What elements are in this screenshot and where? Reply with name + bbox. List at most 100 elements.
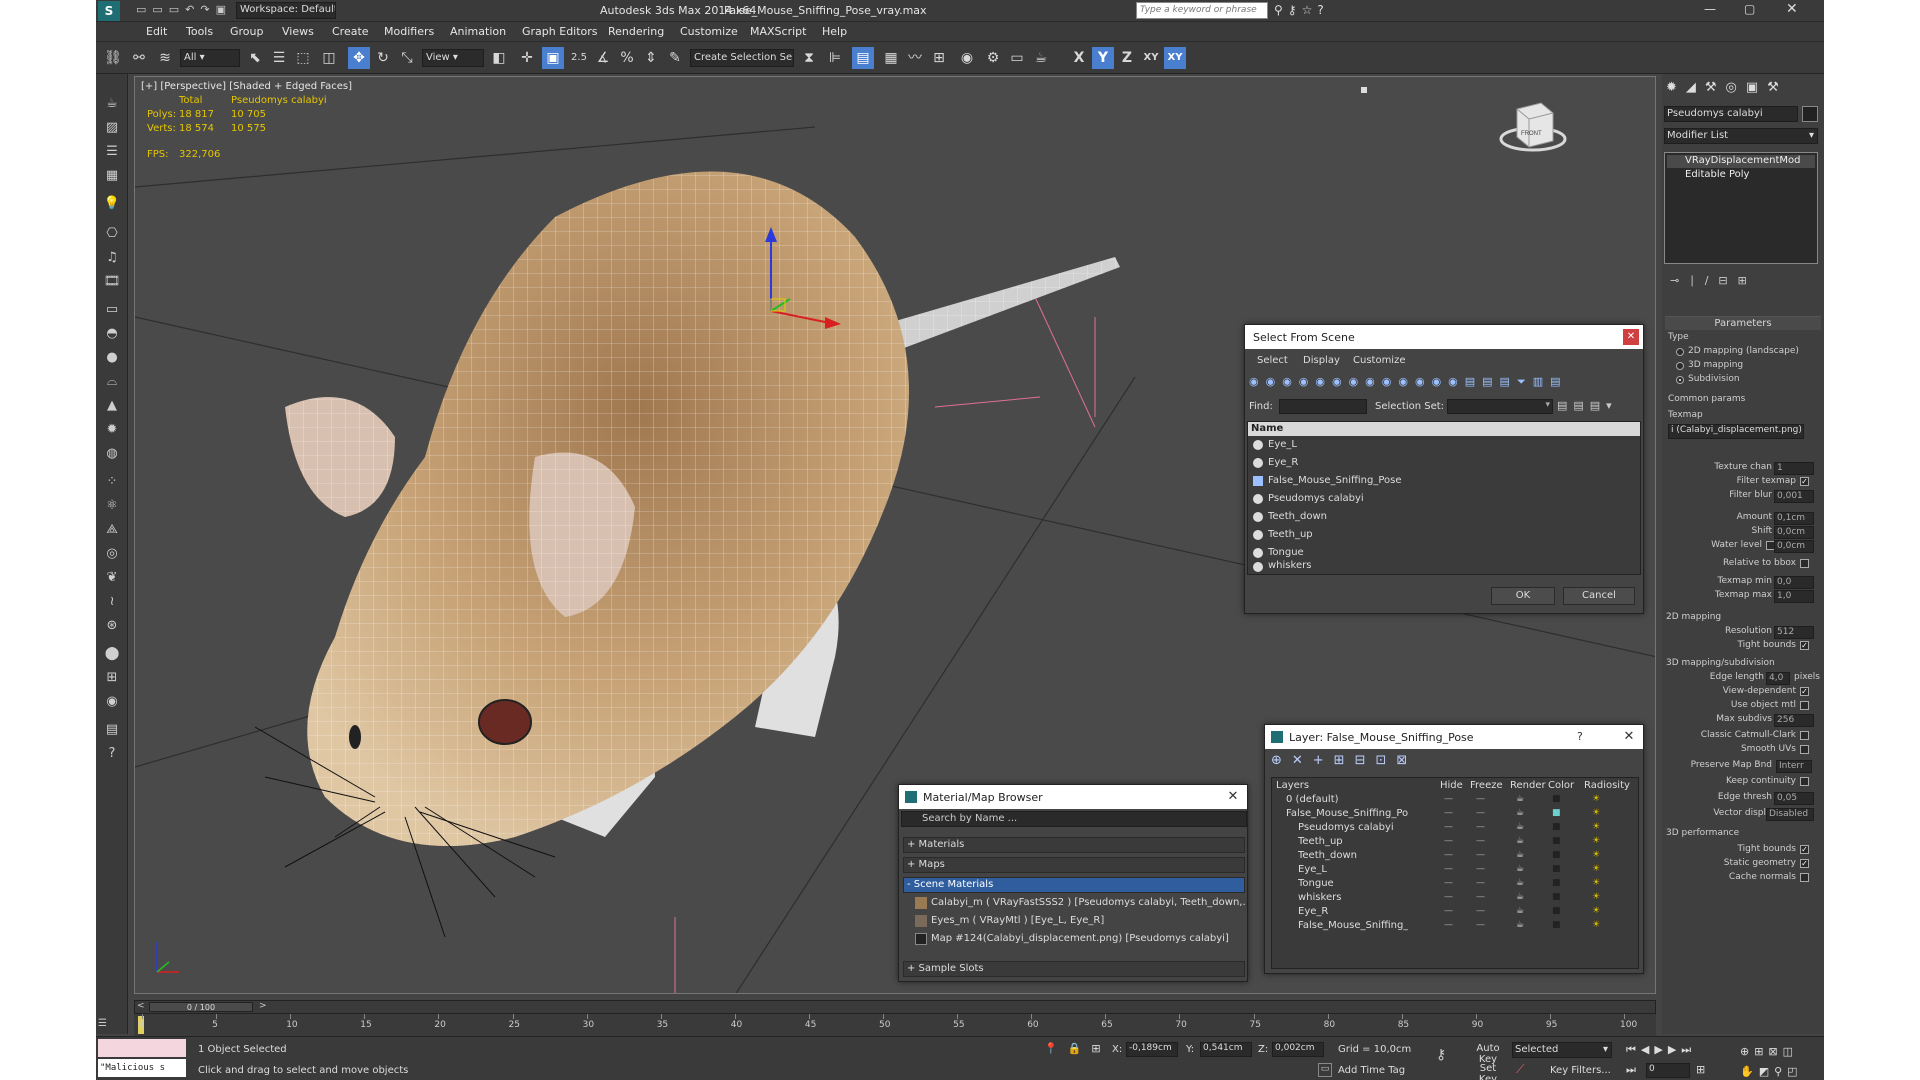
freeze-toggle[interactable]: — <box>1476 850 1485 860</box>
cancel-button[interactable]: Cancel <box>1563 587 1635 605</box>
select-dialog-filter-icons[interactable]: ◉◉◉◉◉◉◉◉◉◉◉◉◉▤▤▤⏷▥▤ <box>1249 375 1639 393</box>
render-toggle[interactable]: ☕ <box>1516 850 1524 860</box>
render-col-header[interactable]: Render <box>1510 780 1546 791</box>
globe-icon[interactable]: ◎ <box>101 544 123 564</box>
key-tangent-icon[interactable]: ⟋ <box>1516 1062 1524 1077</box>
menu-create[interactable]: Create <box>332 25 369 38</box>
graphite-ribbon-icon[interactable]: ▦ <box>880 47 902 69</box>
modifier-stack-item[interactable]: VRayDisplacementMod <box>1667 155 1815 168</box>
app-logo-icon[interactable]: S <box>98 1 120 21</box>
mat-group-materials[interactable]: + Materials <box>903 837 1245 853</box>
layer-row[interactable]: False_Mouse_Sniffing_ — — ☕ ■ ☀ <box>1272 920 1638 934</box>
freeze-col-header[interactable]: Freeze <box>1470 780 1503 791</box>
hide-toggle[interactable]: — <box>1444 892 1453 902</box>
checkbox-catmull[interactable] <box>1800 731 1809 740</box>
field-edgethr[interactable]: 0,05 <box>1774 792 1814 805</box>
layer-row[interactable]: Pseudomys calabyi — — ☕ ■ ☀ <box>1272 822 1638 836</box>
freeze-toggle[interactable]: — <box>1476 864 1485 874</box>
hide-col-header[interactable]: Hide <box>1440 780 1463 791</box>
ref-coord-dropdown[interactable]: View ▾ <box>422 49 484 67</box>
minimize-icon[interactable]: — <box>1704 2 1716 16</box>
layers-col-header[interactable]: Layers <box>1276 780 1309 791</box>
edit-named-sel-icon[interactable]: ✎ <box>664 47 686 69</box>
list-item[interactable]: Teeth_down <box>1250 508 1638 526</box>
bulb-icon[interactable]: 💡 <box>101 194 123 214</box>
checkbox-viewdep[interactable]: ✓ <box>1800 687 1809 696</box>
mat-search-input[interactable]: Search by Name ... <box>901 811 1247 827</box>
workspace-dropdown[interactable]: Workspace: Default ▾ <box>236 2 336 19</box>
render-toggle[interactable]: ☕ <box>1516 822 1524 832</box>
field-water[interactable]: 0,0cm <box>1774 540 1814 553</box>
selection-set-tools-icons[interactable]: ▤▤▤▾ <box>1557 399 1618 412</box>
unlink-icon[interactable]: ⚯ <box>128 47 150 69</box>
render-toggle[interactable]: ☕ <box>1516 878 1524 888</box>
checkbox-keepcont[interactable] <box>1800 777 1809 786</box>
yellow-sphere-icon[interactable]: ◍ <box>101 444 123 464</box>
percent-snap-icon[interactable]: % <box>616 47 638 69</box>
mat-item[interactable]: Calabyi_m ( VRayFastSSS2 ) [Pseudomys ca… <box>913 895 1245 911</box>
color-swatch[interactable]: ■ <box>1552 864 1561 874</box>
menu-customize[interactable]: Customize <box>680 25 738 38</box>
freeze-toggle[interactable]: — <box>1476 808 1485 818</box>
select-move-icon[interactable]: ✥ <box>348 47 370 69</box>
infocenter-icons[interactable]: ⚲⚷☆? <box>1274 3 1329 17</box>
lamp-icon[interactable]: ⌓ <box>101 372 123 392</box>
current-frame-field[interactable]: 0 <box>1646 1063 1690 1078</box>
box-icon[interactable]: ▭ <box>101 300 123 320</box>
hide-toggle[interactable]: — <box>1444 920 1453 930</box>
layer-manager-icon[interactable]: ▤ <box>852 47 874 69</box>
menu-graph-editors[interactable]: Graph Editors <box>522 25 598 38</box>
pivot-center-icon[interactable]: ◧ <box>488 47 510 69</box>
image-icon[interactable]: ▨ <box>101 118 123 138</box>
field-shift[interactable]: 0,0cm <box>1774 526 1814 539</box>
named-selection-dropdown[interactable]: Create Selection Se ▾ <box>690 49 794 67</box>
render-toggle[interactable]: ☕ <box>1516 836 1524 846</box>
film-icon[interactable]: 🎞 <box>101 272 123 292</box>
viewport-home-icon[interactable] <box>1361 87 1367 93</box>
time-slider-thumb[interactable]: 0 / 100 <box>149 1002 253 1012</box>
freeze-toggle[interactable]: — <box>1476 822 1485 832</box>
menu-edit[interactable]: Edit <box>146 25 167 38</box>
sphere-icon[interactable]: ● <box>101 348 123 368</box>
layer-dialog-help-button[interactable]: ? <box>1577 730 1583 743</box>
checkbox-relbbox[interactable] <box>1800 559 1809 568</box>
checkbox-tight2[interactable]: ✓ <box>1800 845 1809 854</box>
rect-selection-icon[interactable]: ⬚ <box>292 47 314 69</box>
window-crossing-icon[interactable]: ◫ <box>318 47 340 69</box>
mat-browser-close-button[interactable]: ✕ <box>1225 789 1241 805</box>
list-item[interactable]: whiskers <box>1250 558 1638 574</box>
field-edge[interactable]: 4,0 <box>1766 672 1790 685</box>
render-toggle[interactable]: ☕ <box>1516 794 1524 804</box>
page-icon[interactable]: ▤ <box>101 720 123 740</box>
menu-rendering[interactable]: Rendering <box>608 25 664 38</box>
color-col-header[interactable]: Color <box>1548 780 1574 791</box>
color-swatch[interactable]: ■ <box>1552 878 1561 888</box>
layer-dialog-close-button[interactable]: ✕ <box>1621 729 1637 745</box>
command-panel-tabs[interactable]: ✹◢⚒◎▣⚒ <box>1666 80 1788 95</box>
layer-row[interactable]: False_Mouse_Sniffing_Po — — ☕ ■ ☀ <box>1272 808 1638 822</box>
layer-row[interactable]: Teeth_down — — ☕ ■ ☀ <box>1272 850 1638 864</box>
quick-access-icons[interactable]: ▭▭▭↶↷▣ <box>136 3 232 16</box>
time-slider-next[interactable]: > <box>259 1001 267 1011</box>
schematic-view-icon[interactable]: ⊞ <box>928 47 950 69</box>
modifier-stack-item[interactable]: Editable Poly <box>1667 169 1815 182</box>
time-tag-icon[interactable]: ▭ <box>1318 1063 1332 1077</box>
hide-toggle[interactable]: — <box>1444 850 1453 860</box>
hide-toggle[interactable]: — <box>1444 836 1453 846</box>
playback-controls[interactable]: ⏮◀▶▶⏭ <box>1626 1043 1696 1057</box>
color-swatch[interactable]: ■ <box>1552 892 1561 902</box>
radiosity-icon[interactable]: ☀ <box>1592 892 1600 902</box>
radiosity-icon[interactable]: ☀ <box>1592 850 1600 860</box>
select-by-name-icon[interactable]: ☰ <box>268 47 290 69</box>
field-filter_blur[interactable]: 0,001 <box>1774 490 1814 503</box>
checkbox-cache[interactable] <box>1800 873 1809 882</box>
field-vecdisp[interactable]: Disabled <box>1766 808 1814 821</box>
render-toggle[interactable]: ☕ <box>1516 906 1524 916</box>
viewport-label[interactable]: [+] [Perspective] [Shaded + Edged Faces] <box>141 81 352 92</box>
axis-y-button[interactable]: Y <box>1092 47 1114 69</box>
cone-icon[interactable]: ▲ <box>101 396 123 416</box>
blue-sphere-icon[interactable]: ⬤ <box>101 644 123 664</box>
select-rotate-icon[interactable]: ↻ <box>372 47 394 69</box>
field-maxsub[interactable]: 256 <box>1774 714 1814 727</box>
mat-item[interactable]: Eyes_m ( VRayMtl ) [Eye_L, Eye_R] <box>913 913 1245 929</box>
